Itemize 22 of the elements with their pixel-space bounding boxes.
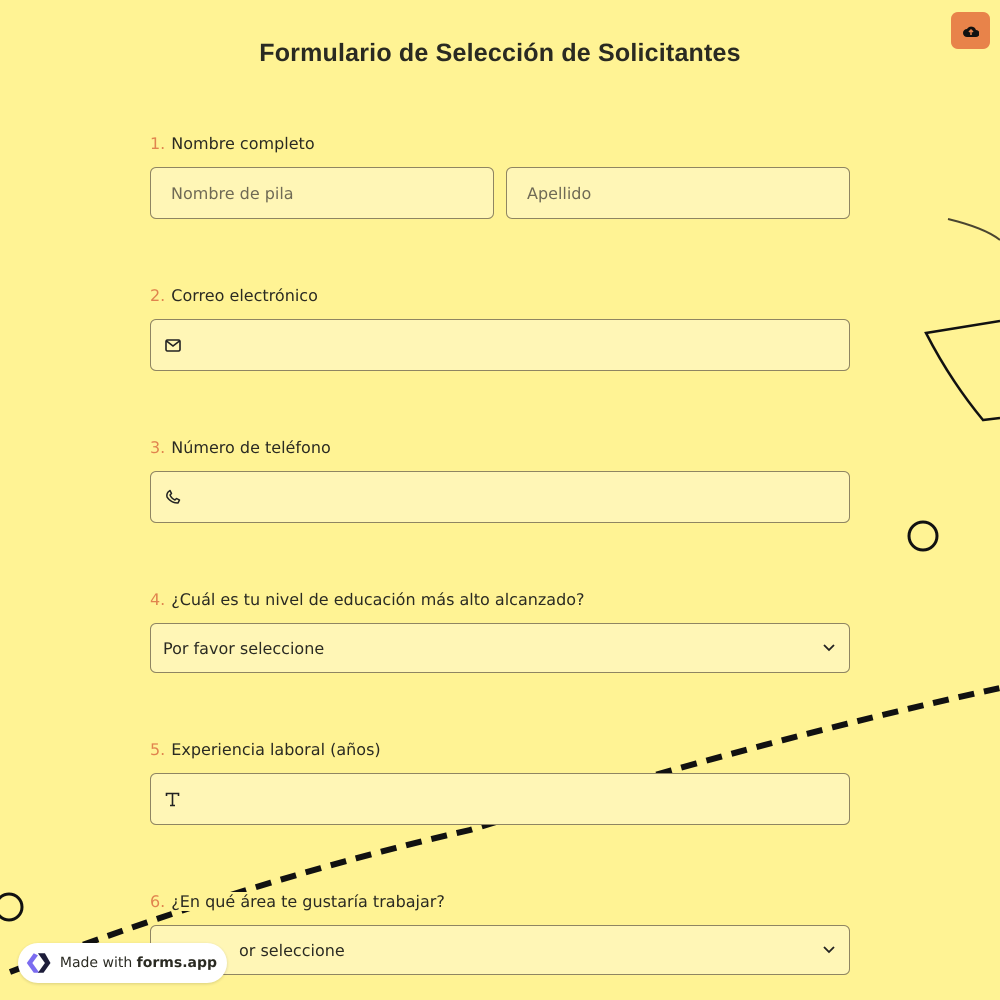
upload-button[interactable] <box>951 12 990 49</box>
input-field[interactable] <box>150 773 850 825</box>
input-field[interactable]: Apellido <box>506 167 850 219</box>
chevron-down-icon <box>823 644 835 652</box>
form-title: Formulario de Selección de Solicitantes <box>258 39 742 68</box>
made-with-badge[interactable]: Made with forms.app <box>18 943 227 983</box>
question-label: ¿En qué área te gustaría trabajar? <box>171 892 445 911</box>
input-field[interactable] <box>150 319 850 371</box>
ring-shape <box>0 892 24 922</box>
cloud-upload-icon <box>962 24 978 36</box>
input-field[interactable] <box>150 471 850 523</box>
question-label: Nombre completo <box>171 134 315 153</box>
text-icon <box>165 792 180 806</box>
dropdown[interactable]: Por favor seleccione <box>150 623 850 673</box>
question-label: Experiencia laboral (años) <box>171 740 381 759</box>
ring-shape <box>908 520 938 552</box>
phone-icon <box>165 489 181 505</box>
input-field[interactable]: Nombre de pila <box>150 167 494 219</box>
question-label: ¿Cuál es tu nivel de educación más alto alcanzado? <box>171 590 585 609</box>
mail-icon <box>165 338 181 352</box>
chevron-down-icon <box>823 946 835 954</box>
arc-line <box>948 218 1000 241</box>
